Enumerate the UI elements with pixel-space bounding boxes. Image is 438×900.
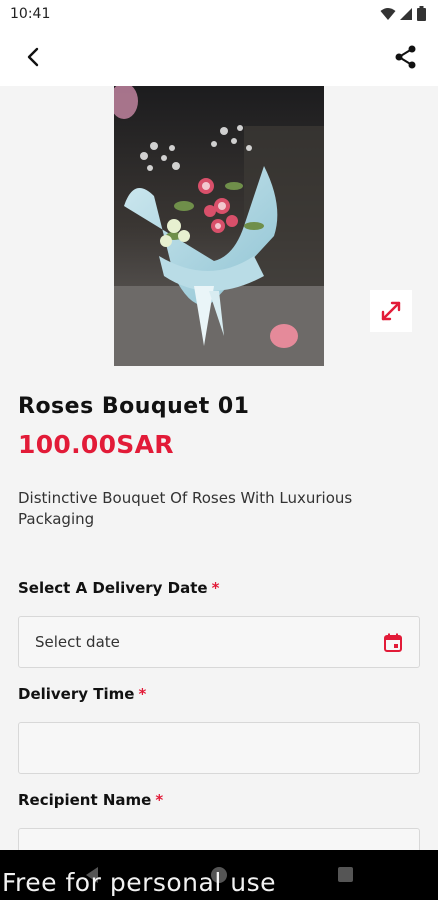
nav-recent-apps-icon[interactable] — [338, 867, 353, 882]
recipient-name-label-text: Recipient Name — [18, 791, 152, 809]
delivery-time-label: Delivery Time * — [18, 685, 146, 703]
battery-icon — [417, 6, 426, 25]
delivery-date-placeholder: Select date — [35, 633, 120, 651]
back-arrow-icon — [27, 47, 39, 67]
required-mark: * — [155, 791, 164, 809]
product-price: 100.00SAR — [18, 430, 174, 459]
delivery-time-label-text: Delivery Time — [18, 685, 135, 703]
app-bar — [0, 28, 438, 86]
product-description: Distinctive Bouquet Of Roses With Luxuri… — [18, 489, 353, 528]
recipient-name-label: Recipient Name * — [18, 791, 163, 809]
wifi-icon — [380, 6, 396, 25]
expand-image-button[interactable] — [370, 290, 412, 332]
delivery-date-label-text: Select A Delivery Date — [18, 579, 208, 597]
product-title: Roses Bouquet 01 — [18, 394, 250, 419]
status-time: 10:41 — [10, 6, 51, 22]
required-mark: * — [138, 685, 147, 703]
delivery-date-field[interactable]: Select date — [18, 616, 420, 668]
required-mark: * — [211, 579, 220, 597]
delivery-date-label: Select A Delivery Date * — [18, 579, 219, 597]
share-button[interactable] — [392, 43, 420, 71]
product-image[interactable] — [114, 86, 324, 366]
status-icons — [380, 6, 426, 25]
expand-icon — [381, 301, 401, 321]
watermark-text: Free for personal use — [2, 868, 276, 897]
calendar-icon[interactable] — [383, 633, 403, 653]
delivery-time-field[interactable] — [18, 722, 420, 774]
back-button[interactable] — [20, 43, 48, 71]
status-bar: 10:41 — [0, 0, 438, 28]
signal-icon — [400, 6, 413, 25]
share-icon — [395, 45, 416, 69]
